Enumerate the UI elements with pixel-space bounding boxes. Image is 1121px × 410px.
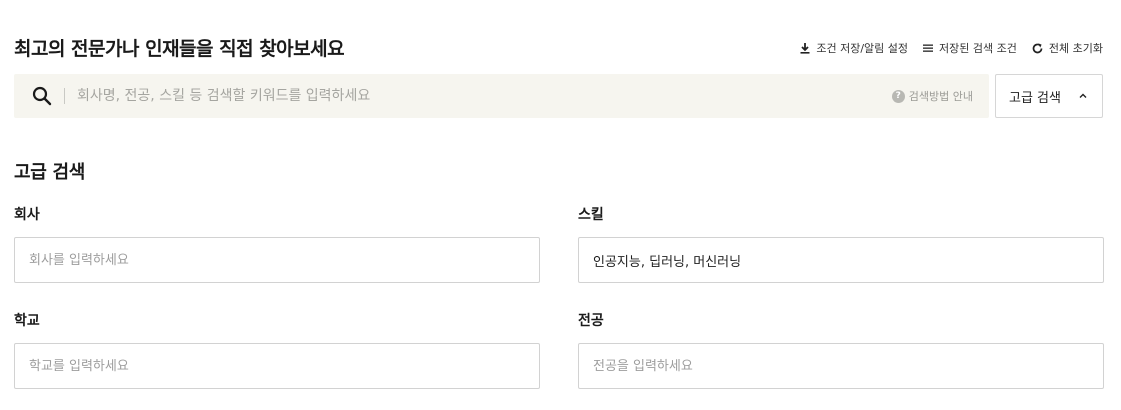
saved-search-conditions-label: 저장된 검색 조건 bbox=[939, 42, 1017, 55]
top-actions: 조건 저장/알림 설정 저장된 검색 조건 전체 초기화 bbox=[799, 40, 1103, 56]
reset-all-label: 전체 초기화 bbox=[1048, 42, 1103, 55]
help-icon: ? bbox=[891, 89, 905, 103]
advanced-search-toggle[interactable]: 고급 검색 bbox=[995, 74, 1103, 118]
advanced-search-title: 고급 검색 bbox=[14, 162, 86, 183]
save-condition-alert-button[interactable]: 조건 저장/알림 설정 bbox=[799, 40, 908, 56]
search-help-link[interactable]: ? 검색방법 안내 bbox=[891, 88, 973, 104]
major-input[interactable] bbox=[578, 343, 1104, 389]
company-input[interactable] bbox=[14, 237, 540, 283]
advanced-search-toggle-label: 고급 검색 bbox=[1009, 90, 1061, 106]
major-label: 전공 bbox=[578, 313, 604, 329]
search-help-label: 검색방법 안내 bbox=[908, 90, 973, 103]
school-input[interactable] bbox=[14, 343, 540, 389]
saved-search-conditions-button[interactable]: 저장된 검색 조건 bbox=[922, 40, 1017, 56]
list-icon bbox=[923, 44, 934, 52]
reset-all-button[interactable]: 전체 초기화 bbox=[1031, 40, 1103, 56]
talent-search-page: 최고의 전문가나 인재들을 직접 찾아보세요 조건 저장/알림 설정 저장된 검… bbox=[0, 0, 1121, 410]
company-label: 회사 bbox=[14, 207, 40, 223]
save-condition-alert-label: 조건 저장/알림 설정 bbox=[816, 42, 909, 55]
school-label: 학교 bbox=[14, 313, 40, 329]
keyword-search-input[interactable] bbox=[77, 74, 892, 118]
skill-label: 스킬 bbox=[578, 207, 604, 223]
search-divider bbox=[64, 88, 65, 104]
search-icon[interactable] bbox=[32, 86, 52, 106]
chevron-up-icon bbox=[1079, 93, 1087, 98]
skill-input[interactable] bbox=[578, 237, 1104, 283]
download-icon bbox=[800, 43, 810, 54]
page-title: 최고의 전문가나 인재들을 직접 찾아보세요 bbox=[14, 38, 345, 60]
refresh-icon bbox=[1032, 42, 1043, 53]
keyword-search-bar: ? 검색방법 안내 bbox=[14, 74, 989, 118]
